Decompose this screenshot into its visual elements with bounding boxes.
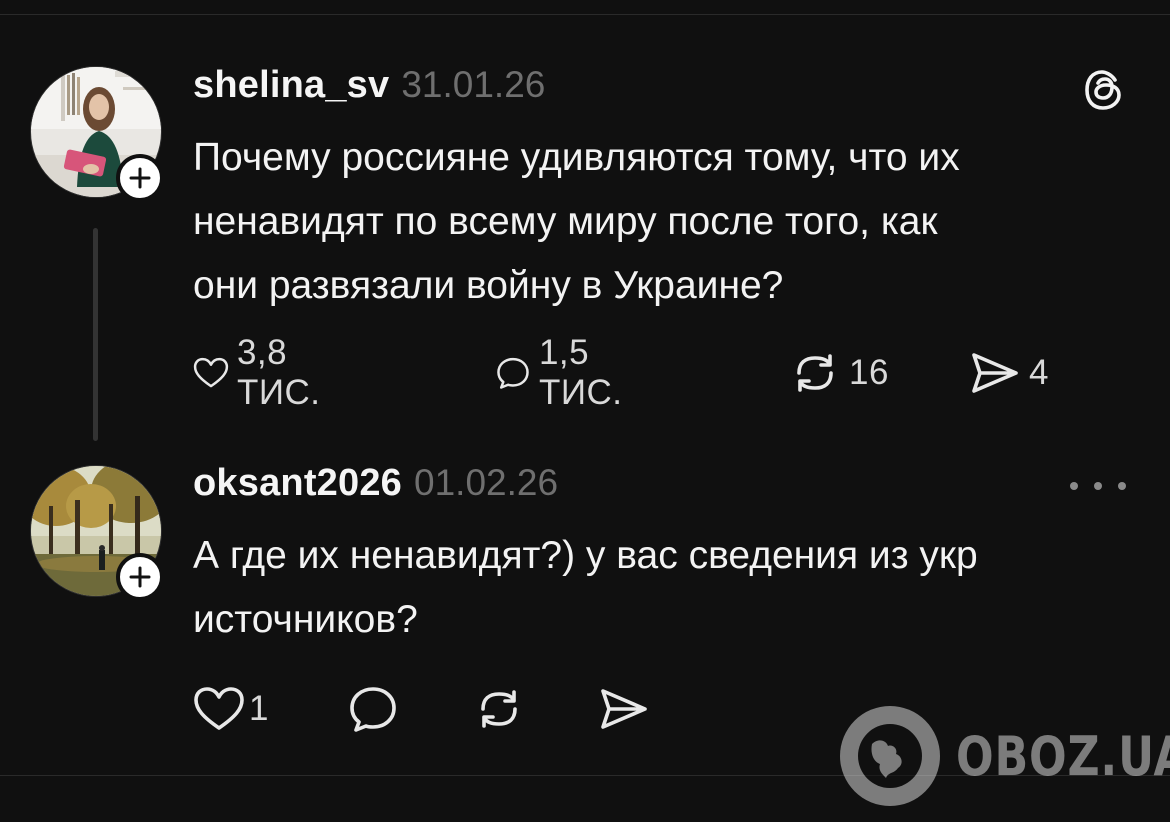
reply-button[interactable]: 1,5 ТИС. xyxy=(495,333,639,412)
send-icon xyxy=(972,353,1018,393)
thread-connector-line xyxy=(93,228,98,441)
more-options-button[interactable] xyxy=(1070,466,1126,506)
top-divider xyxy=(0,14,1170,15)
watermark: OBOZ.UA xyxy=(838,704,1170,808)
share-button[interactable] xyxy=(598,684,650,734)
watermark-text: OBOZ.UA xyxy=(956,724,1170,788)
heart-icon xyxy=(194,687,244,730)
threads-logo-icon[interactable] xyxy=(1082,68,1126,112)
repost-icon xyxy=(797,354,833,392)
post-text-line: они развязали войну в Украине? xyxy=(193,264,784,307)
reply-text: А где их ненавидят?) у вас сведения из у… xyxy=(193,524,1143,652)
like-count: 3,8 ТИС. xyxy=(236,333,321,412)
repost-icon xyxy=(481,690,517,728)
more-dots-icon xyxy=(1118,482,1126,490)
repost-button[interactable] xyxy=(473,684,525,734)
more-dots-icon xyxy=(1070,482,1078,490)
plus-icon xyxy=(129,566,151,588)
post-text-line: Почему россияне удивляются тому, что их xyxy=(193,136,960,179)
repost-button[interactable]: 16 xyxy=(789,348,889,398)
comment-bubble-icon xyxy=(350,687,396,732)
more-dots-icon xyxy=(1094,482,1102,490)
reply-header: oksant2026 01.02.26 xyxy=(193,462,558,512)
post-date: 31.01.26 xyxy=(401,64,546,105)
post-date: 01.02.26 xyxy=(414,462,559,503)
like-button[interactable]: 1 xyxy=(193,684,269,734)
comment-bubble-icon xyxy=(497,357,529,389)
heart-icon xyxy=(193,357,229,388)
repost-count: 16 xyxy=(849,353,889,392)
globe-logo-icon xyxy=(840,706,940,806)
like-count: 1 xyxy=(249,689,269,728)
reply-count: 1,5 ТИС. xyxy=(538,333,623,412)
share-count: 4 xyxy=(1029,353,1049,392)
post-text-line: А где их ненавидят?) у вас сведения из у… xyxy=(193,534,978,577)
plus-icon xyxy=(129,167,151,189)
username[interactable]: oksant2026 xyxy=(193,462,402,505)
follow-button-shelina-sv[interactable] xyxy=(116,154,164,202)
like-button[interactable]: 3,8 ТИС. xyxy=(193,333,337,412)
post-text: Почему россияне удивляются тому, что их … xyxy=(193,126,1143,318)
post-text-line: ненавидят по всему миру после того, как xyxy=(193,200,938,243)
username[interactable]: shelina_sv xyxy=(193,64,389,107)
reply-button[interactable] xyxy=(347,684,399,734)
post-header: shelina_sv 31.01.26 xyxy=(193,64,545,114)
post-text-line: источников? xyxy=(193,598,418,641)
send-icon xyxy=(601,689,647,729)
follow-button-oksant2026[interactable] xyxy=(116,553,164,601)
share-button[interactable]: 4 xyxy=(969,348,1049,398)
